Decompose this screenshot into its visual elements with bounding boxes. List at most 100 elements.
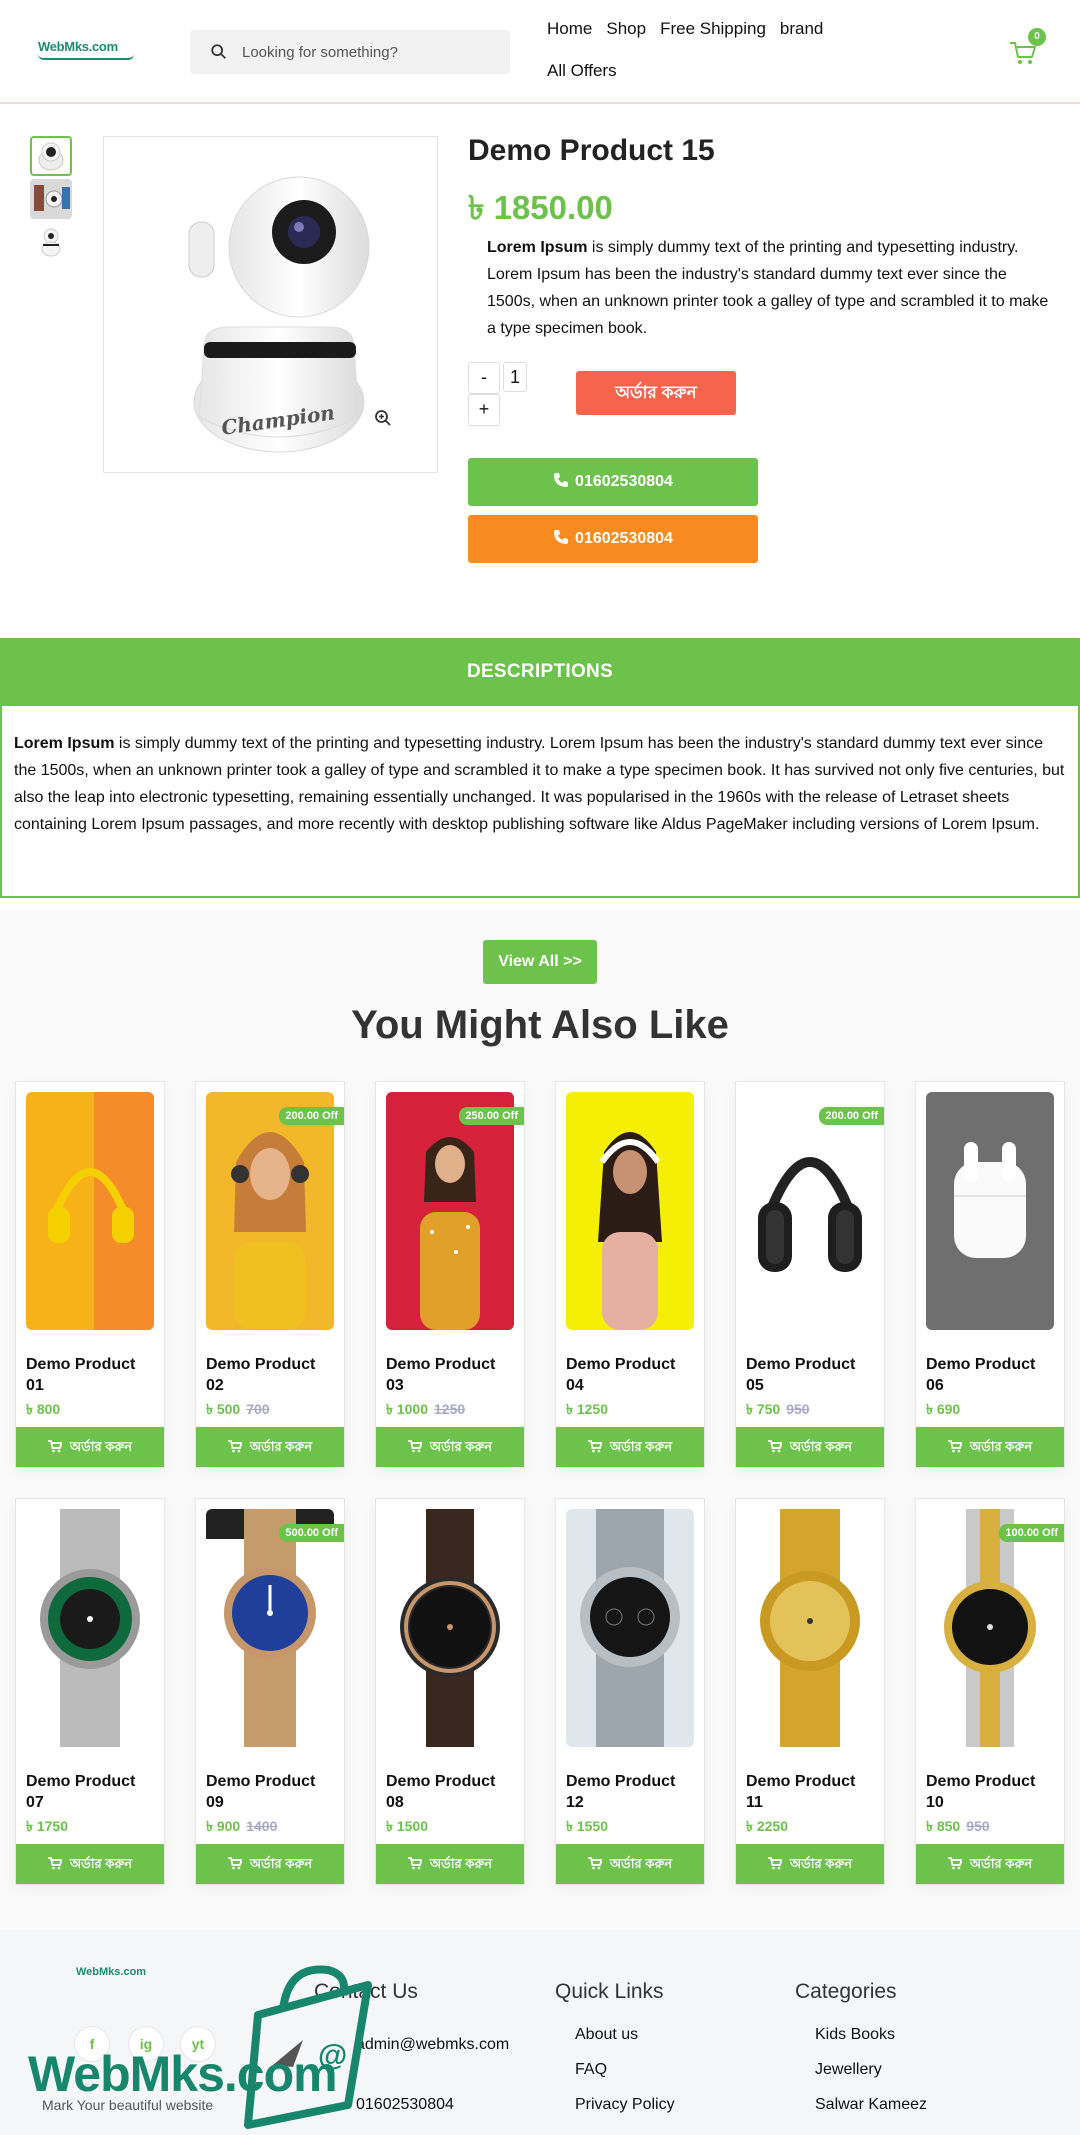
order-now-button[interactable]: অর্ডার করুন — [916, 1844, 1064, 1884]
thumbnail-3[interactable] — [30, 222, 72, 262]
cart-icon — [407, 1856, 423, 1869]
product-image[interactable] — [386, 1092, 514, 1330]
product-name[interactable]: Demo Product 02 — [206, 1354, 336, 1396]
order-label: অর্ডার করুন — [429, 1856, 493, 1871]
product-name[interactable]: Demo Product 06 — [926, 1354, 1056, 1396]
order-now-button[interactable]: অর্ডার করুন — [376, 1427, 524, 1467]
footer-link-privacy[interactable]: Privacy Policy — [575, 2096, 675, 2114]
search-icon[interactable] — [210, 43, 228, 61]
product-name[interactable]: Demo Product 11 — [746, 1771, 876, 1813]
product-name[interactable]: Demo Product 07 — [26, 1771, 156, 1813]
current-price: ৳ 1250 — [566, 1401, 609, 1417]
site-logo[interactable]: WebMks.com — [38, 38, 138, 66]
product-card[interactable]: Demo Product 08 ৳ 1500 অর্ডার করুন — [375, 1498, 525, 1885]
category-link-salwar-kameez[interactable]: Salwar Kameez — [815, 2096, 927, 2114]
product-name[interactable]: Demo Product 05 — [746, 1354, 876, 1396]
product-card[interactable]: Demo Product 01 ৳ 800 অর্ডার করুন — [15, 1081, 165, 1468]
product-card[interactable]: 500.00 Off Demo Product 09 ৳ 900 1400 অর্ডার… — [195, 1498, 345, 1885]
discount-badge: 100.00 Off — [999, 1524, 1064, 1542]
footer-link-faq[interactable]: FAQ — [575, 2061, 607, 2079]
product-image[interactable] — [566, 1509, 694, 1747]
product-name[interactable]: Demo Product 10 — [926, 1771, 1056, 1813]
product-price: ৳ 1550 — [566, 1815, 608, 1839]
category-link-jewellery[interactable]: Jewellery — [815, 2061, 882, 2079]
product-card[interactable]: 250.00 Off Demo Product 03 ৳ 1000 1250 অর্ডা… — [375, 1081, 525, 1468]
order-now-button[interactable]: অর্ডার করুন — [16, 1427, 164, 1467]
product-price: ৳ 1000 1250 — [386, 1398, 465, 1422]
order-now-button[interactable]: অর্ডার করুন — [196, 1844, 344, 1884]
product-image[interactable] — [26, 1509, 154, 1747]
categories-title: Categories — [795, 1980, 897, 2003]
cart-icon — [227, 1856, 243, 1869]
thumbnail-1[interactable] — [30, 136, 72, 176]
footer-link-about[interactable]: About us — [575, 2026, 638, 2044]
order-label: অর্ডার করুন — [789, 1439, 853, 1454]
nav-home[interactable]: Home — [547, 14, 592, 44]
order-label: অর্ডার করুন — [969, 1439, 1033, 1454]
product-image[interactable] — [566, 1092, 694, 1330]
old-price: 950 — [786, 1401, 810, 1417]
product-card[interactable]: 200.00 Off Demo Product 02 ৳ 500 700 অর্ডার … — [195, 1081, 345, 1468]
site-header: WebMks.com Home Shop Free Shipping brand Al… — [0, 0, 1080, 104]
current-price: ৳ 690 — [926, 1401, 961, 1417]
order-now-button[interactable]: অর্ডার করুন — [16, 1844, 164, 1884]
product-price: ৳ 1750 — [26, 1815, 68, 1839]
nav-all-offers[interactable]: All Offers — [547, 56, 617, 86]
product-name[interactable]: Demo Product 03 — [386, 1354, 516, 1396]
order-now-button[interactable]: অর্ডার করুন — [556, 1427, 704, 1467]
phone-icon — [554, 530, 569, 545]
product-card[interactable]: Demo Product 06 ৳ 690 অর্ডার করুন — [915, 1081, 1065, 1468]
product-name[interactable]: Demo Product 08 — [386, 1771, 516, 1813]
product-name[interactable]: Demo Product 09 — [206, 1771, 336, 1813]
order-label: অর্ডার করুন — [69, 1439, 133, 1454]
product-image[interactable] — [746, 1509, 874, 1747]
order-now-button[interactable]: অর্ডার করুন — [196, 1427, 344, 1467]
product-image[interactable] — [926, 1509, 1054, 1747]
qty-increase-button[interactable]: + — [468, 394, 500, 426]
search-input[interactable] — [242, 30, 502, 74]
product-main-image[interactable]: Champion — [103, 136, 438, 473]
product-image[interactable] — [926, 1092, 1054, 1330]
order-now-button[interactable]: অর্ডার করুন — [556, 1844, 704, 1884]
thumbnail-2[interactable] — [30, 179, 72, 219]
view-all-button[interactable]: View All >> — [483, 940, 597, 984]
product-card[interactable]: Demo Product 12 ৳ 1550 অর্ডার করুন — [555, 1498, 705, 1885]
product-card[interactable]: 200.00 Off Demo Product 05 ৳ 750 950 অর্ডার … — [735, 1081, 885, 1468]
product-card[interactable]: Demo Product 11 ৳ 2250 অর্ডার করুন — [735, 1498, 885, 1885]
cart-icon — [587, 1439, 603, 1452]
product-name[interactable]: Demo Product 12 — [566, 1771, 696, 1813]
watermark-wordmark: WebMks.com — [28, 2046, 338, 2102]
category-link-kids-books[interactable]: Kids Books — [815, 2026, 895, 2044]
call-button-secondary[interactable]: 01602530804 — [468, 515, 758, 563]
product-image[interactable] — [26, 1092, 154, 1330]
order-label: অর্ডার করুন — [249, 1439, 313, 1454]
order-label: অর্ডার করুন — [609, 1439, 673, 1454]
product-card[interactable]: Demo Product 04 ৳ 1250 অর্ডার করুন — [555, 1081, 705, 1468]
order-now-button[interactable]: অর্ডার করুন — [736, 1844, 884, 1884]
product-image[interactable] — [386, 1509, 514, 1747]
discount-badge: 200.00 Off — [819, 1107, 884, 1125]
product-image[interactable] — [746, 1092, 874, 1330]
order-label: অর্ডার করুন — [969, 1856, 1033, 1871]
nav-shop[interactable]: Shop — [606, 14, 646, 44]
product-name[interactable]: Demo Product 04 — [566, 1354, 696, 1396]
product-name[interactable]: Demo Product 01 — [26, 1354, 156, 1396]
qty-decrease-button[interactable]: - — [468, 362, 500, 394]
nav-free-shipping[interactable]: Free Shipping — [660, 14, 766, 44]
order-now-button[interactable]: অর্ডার করুন — [376, 1844, 524, 1884]
discount-badge: 250.00 Off — [459, 1107, 524, 1125]
zoom-icon[interactable] — [374, 409, 392, 427]
phone-number: 01602530804 — [575, 473, 673, 490]
product-image[interactable] — [206, 1092, 334, 1330]
product-image[interactable] — [206, 1509, 334, 1747]
order-now-button[interactable]: অর্ডার করুন — [576, 371, 736, 415]
order-now-button[interactable]: অর্ডার করুন — [736, 1427, 884, 1467]
product-card[interactable]: Demo Product 07 ৳ 1750 অর্ডার করুন — [15, 1498, 165, 1885]
qty-input[interactable]: 1 — [503, 362, 527, 392]
product-card[interactable]: 100.00 Off Demo Product 10 ৳ 850 950 অর্ডার … — [915, 1498, 1065, 1885]
descriptions-tab[interactable]: DESCRIPTIONS — [0, 638, 1080, 706]
call-button-primary[interactable]: 01602530804 — [468, 458, 758, 506]
nav-brand[interactable]: brand — [780, 14, 823, 44]
order-now-button[interactable]: অর্ডার করুন — [916, 1427, 1064, 1467]
current-price: ৳ 800 — [26, 1401, 61, 1417]
